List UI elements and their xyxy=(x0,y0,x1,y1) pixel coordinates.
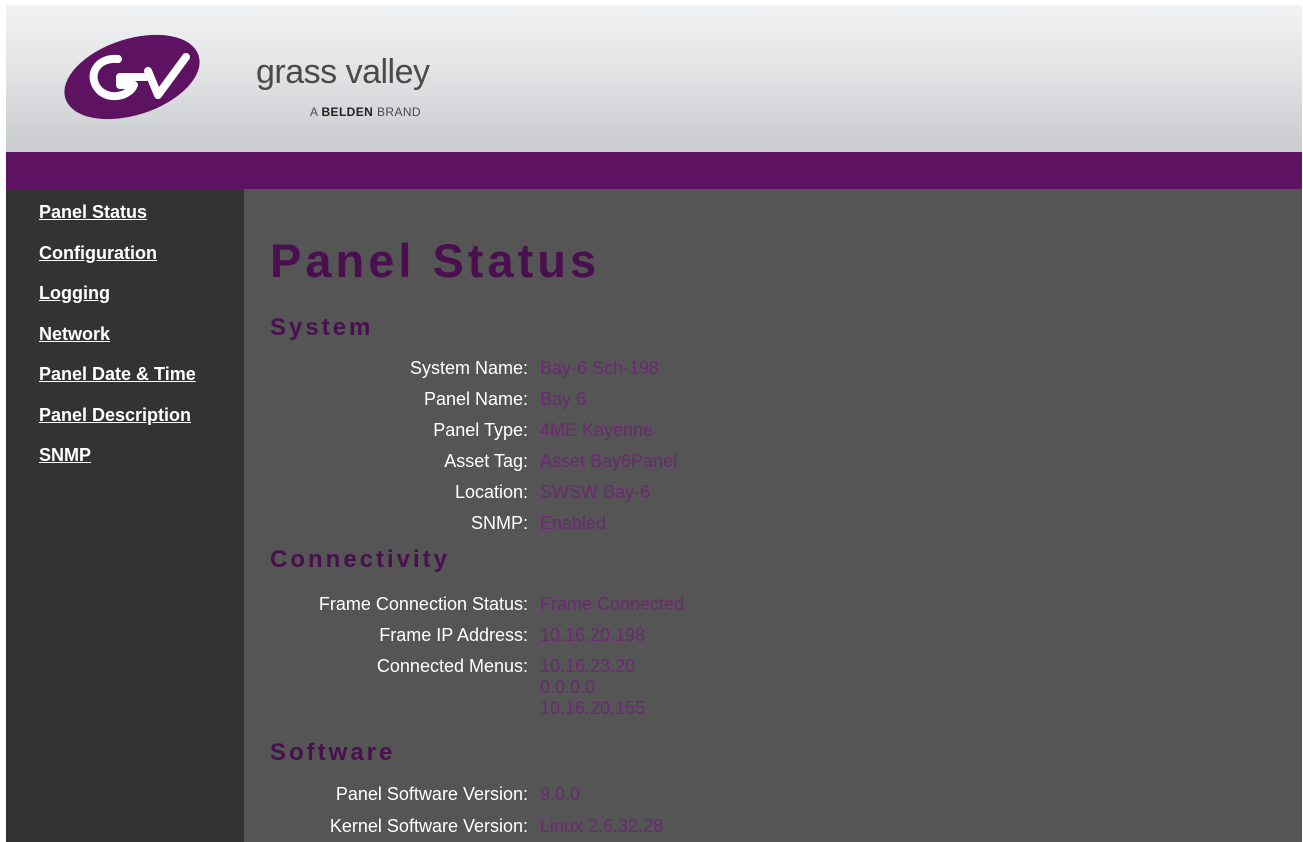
connected-menus-list: 10.16.23.20 0.0.0.0 10.16.20.155 xyxy=(540,656,645,719)
section-heading-software: Software xyxy=(270,739,396,766)
connected-menu-item: 10.16.23.20 xyxy=(540,656,636,676)
tagline-suffix: BRAND xyxy=(376,105,421,119)
grass-valley-logo: grass valley A BELDEN BRAND xyxy=(60,33,440,133)
sidebar-item-panel-description[interactable]: Panel Description xyxy=(39,405,191,425)
sidebar-item-snmp[interactable]: SNMP xyxy=(39,445,91,465)
field-label: Panel Name: xyxy=(423,389,528,409)
header-band xyxy=(6,152,1302,189)
field-value: Frame Connected xyxy=(540,594,685,614)
field-label: Frame Connection Status: xyxy=(318,594,528,614)
main-content: Panel Status System System Name: Bay-6 S… xyxy=(244,189,1302,842)
section-heading-connectivity: Connectivity xyxy=(270,546,451,573)
header: grass valley A BELDEN BRAND xyxy=(6,5,1302,152)
field-value: Linux 2.6.32.28 xyxy=(540,816,664,836)
field-label: Connected Menus: xyxy=(376,656,528,676)
sidebar: Panel Status Configuration Logging Netwo… xyxy=(6,189,244,842)
field-label: System Name: xyxy=(409,358,528,378)
brand-name: grass valley xyxy=(256,53,430,91)
field-value: Asset Bay6Panel xyxy=(540,451,678,471)
field-label: SNMP: xyxy=(470,513,528,533)
tagline-brand: BELDEN xyxy=(321,105,374,119)
sidebar-item-logging[interactable]: Logging xyxy=(39,283,110,303)
field-label: Panel Type: xyxy=(433,420,528,440)
connected-menu-item: 0.0.0.0 xyxy=(540,677,596,697)
brand-tagline: A BELDEN BRAND xyxy=(310,105,421,119)
field-label: Kernel Software Version: xyxy=(329,816,528,836)
sidebar-item-network[interactable]: Network xyxy=(39,324,110,344)
field-value: Enabled xyxy=(540,513,607,533)
field-value: 10.16.20.198 xyxy=(540,625,646,645)
field-label: Asset Tag: xyxy=(444,451,528,471)
section-heading-system: System xyxy=(270,314,374,341)
field-value: Bay-6 Sch-198 xyxy=(540,358,660,378)
sidebar-item-panel-status[interactable]: Panel Status xyxy=(39,202,147,222)
field-label: Location: xyxy=(454,482,528,502)
sidebar-item-configuration[interactable]: Configuration xyxy=(39,243,157,263)
gv-emblem-icon xyxy=(64,34,200,120)
tagline-prefix: A xyxy=(310,105,318,119)
browser-page: grass valley A BELDEN BRAND Panel Status… xyxy=(6,5,1302,842)
field-value: 9.0.0 xyxy=(540,784,581,804)
field-value: SWSW Bay-6 xyxy=(540,482,651,502)
page-title: Panel Status xyxy=(270,234,601,287)
sidebar-item-panel-date-time[interactable]: Panel Date & Time xyxy=(39,364,196,384)
connected-menu-item: 10.16.20.155 xyxy=(540,698,646,718)
field-label: Frame IP Address: xyxy=(379,625,528,645)
field-value: Bay 6 xyxy=(540,389,587,409)
field-label: Panel Software Version: xyxy=(335,784,528,804)
field-value: 4ME Kayenne xyxy=(540,420,654,440)
